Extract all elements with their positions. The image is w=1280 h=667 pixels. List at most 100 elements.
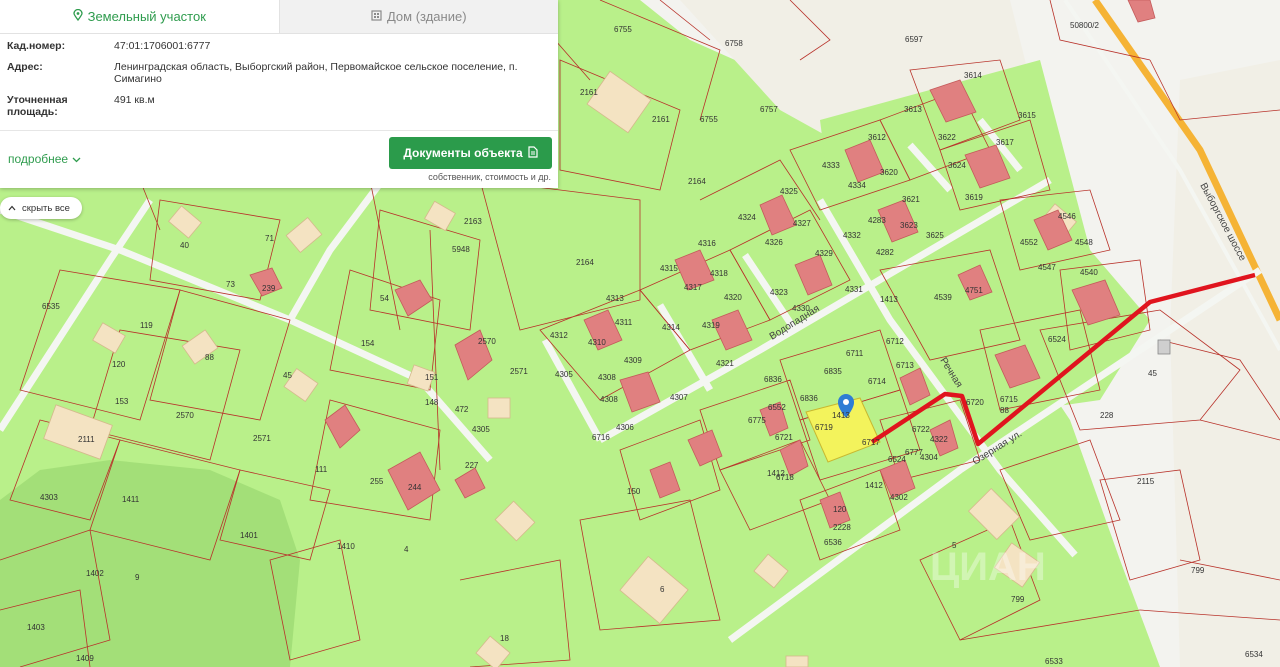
parcel-number-label: 4334 xyxy=(848,181,866,190)
parcel-number-label: 4333 xyxy=(822,161,840,170)
parcel-number-label: 6597 xyxy=(905,35,923,44)
card-tabs: Земельный участок Дом (здание) xyxy=(0,0,558,34)
parcel-number-label: 4283 xyxy=(868,216,886,225)
parcel-number-label: 4314 xyxy=(662,323,680,332)
parcel-number-label: 6720 xyxy=(966,398,984,407)
field-address: Адрес: Ленинградская область, Выборгский… xyxy=(7,61,550,85)
parcel-number-label: 4322 xyxy=(930,435,948,444)
parcel-fields: Кад.номер: 47:01:1706001:6777 Адрес: Лен… xyxy=(0,34,558,118)
parcel-number-label: 4327 xyxy=(793,219,811,228)
parcel-number-label: 18 xyxy=(500,634,509,643)
parcel-number-label: 6716 xyxy=(592,433,610,442)
parcel-number-label: 4304 xyxy=(920,453,938,462)
parcel-number-label: 4320 xyxy=(724,293,742,302)
parcel-number-label: 4332 xyxy=(843,231,861,240)
parcel-number-label: 4311 xyxy=(615,318,633,327)
parcel-number-label: 2228 xyxy=(833,523,851,532)
parcel-number-label: 4 xyxy=(404,545,409,554)
parcel-number-label: 6836 xyxy=(764,375,782,384)
parcel-number-label: 228 xyxy=(1100,411,1114,420)
parcel-number-label: 6534 xyxy=(1245,650,1263,659)
parcel-number-label: 9 xyxy=(135,573,140,582)
parcel-number-label: 6836 xyxy=(800,394,818,403)
parcel-number-label: 244 xyxy=(408,483,422,492)
parcel-number-label: 3614 xyxy=(964,71,982,80)
chevron-down-icon xyxy=(72,152,81,166)
parcel-number-label: 2161 xyxy=(652,115,670,124)
parcel-number-label: 45 xyxy=(1148,369,1157,378)
parcel-number-label: 4303 xyxy=(40,493,58,502)
parcel-number-label: 3612 xyxy=(868,133,886,142)
parcel-number-label: 1413 xyxy=(832,411,850,420)
parcel-number-label: 150 xyxy=(627,487,641,496)
parcel-number-label: 6524 xyxy=(1048,335,1066,344)
parcel-number-label: 45 xyxy=(283,371,292,380)
parcel-number-label: 6713 xyxy=(896,361,914,370)
parcel-number-label: 3613 xyxy=(904,105,922,114)
parcel-number-label: 6552 xyxy=(768,403,786,412)
parcel-number-label: 1401 xyxy=(240,531,258,540)
parcel-number-label: 3621 xyxy=(902,195,920,204)
parcel-number-label: 4552 xyxy=(1020,238,1038,247)
hide-all-button[interactable]: скрыть все xyxy=(0,197,82,219)
parcel-number-label: 239 xyxy=(262,284,276,293)
parcel-number-label: 4548 xyxy=(1075,238,1093,247)
parcel-number-label: 73 xyxy=(226,280,235,289)
parcel-number-label: 148 xyxy=(425,398,439,407)
parcel-number-label: 4540 xyxy=(1080,268,1098,277)
building-icon xyxy=(371,9,382,24)
parcel-number-label: 4751 xyxy=(965,286,983,295)
object-documents-button[interactable]: Документы объекта xyxy=(389,137,552,169)
parcel-number-label: 54 xyxy=(380,294,389,303)
parcel-number-label: 6721 xyxy=(775,433,793,442)
parcel-number-label: 4308 xyxy=(598,373,616,382)
parcel-number-label: 4302 xyxy=(890,493,908,502)
tab-house[interactable]: Дом (здание) xyxy=(278,0,558,33)
parcel-number-label: 2163 xyxy=(464,217,482,226)
parcel-number-label: 799 xyxy=(1191,566,1205,575)
parcel-number-label: 1403 xyxy=(27,623,45,632)
parcel-number-label: 6712 xyxy=(886,337,904,346)
parcel-number-label: 1413 xyxy=(880,295,898,304)
more-details-label: подробнее xyxy=(8,152,69,166)
parcel-number-label: 2164 xyxy=(576,258,594,267)
parcel-number-label: 4324 xyxy=(738,213,756,222)
tab-land-plot[interactable]: Земельный участок xyxy=(0,0,279,33)
parcel-number-label: 6714 xyxy=(868,377,886,386)
parcel-number-label: 6758 xyxy=(725,39,743,48)
parcel-number-label: 2571 xyxy=(253,434,271,443)
parcel-number-label: 88 xyxy=(205,353,214,362)
parcel-number-label: 6711 xyxy=(846,349,864,358)
parcel-number-label: 4547 xyxy=(1038,263,1056,272)
parcel-number-label: 4329 xyxy=(815,249,833,258)
parcel-number-label: 4321 xyxy=(716,359,734,368)
chevron-up-icon xyxy=(8,203,16,214)
parcel-number-label: 153 xyxy=(115,397,129,406)
parcel-number-label: 2570 xyxy=(478,337,496,346)
parcel-number-label: 6755 xyxy=(614,25,632,34)
parcel-number-label: 154 xyxy=(361,339,375,348)
forest-area xyxy=(0,460,300,667)
parcel-number-label: 2164 xyxy=(688,177,706,186)
parcel-number-label: 6524 xyxy=(888,455,906,464)
parcel-number-label: 50800/2 xyxy=(1070,21,1099,30)
parcel-number-label: 4305 xyxy=(555,370,573,379)
parcel-number-label: 4331 xyxy=(845,285,863,294)
parcel-number-label: 71 xyxy=(265,234,274,243)
parcel-number-label: 4312 xyxy=(550,331,568,340)
parcel-number-label: 119 xyxy=(140,321,153,330)
parcel-number-label: 2111 xyxy=(78,435,95,444)
parcel-number-label: 4330 xyxy=(792,304,810,313)
parcel-number-label: 4546 xyxy=(1058,212,1076,221)
parcel-number-label: 3615 xyxy=(1018,111,1036,120)
field-value: Ленинградская область, Выборгский район,… xyxy=(114,61,518,85)
hide-all-label: скрыть все xyxy=(22,202,70,214)
more-details-link[interactable]: подробнее xyxy=(8,152,81,166)
parcel-number-label: 1410 xyxy=(337,542,355,551)
field-area: Уточненная площадь: 491 кв.м xyxy=(7,94,550,118)
lot-area-east xyxy=(1170,60,1280,667)
parcel-info-card: Земельный участок Дом (здание) Кад.номер… xyxy=(0,0,558,188)
parcel-number-label: 4325 xyxy=(780,187,798,196)
documents-note: собственник, стоимость и др. xyxy=(428,172,551,182)
field-key: Уточненная площадь: xyxy=(7,94,68,118)
